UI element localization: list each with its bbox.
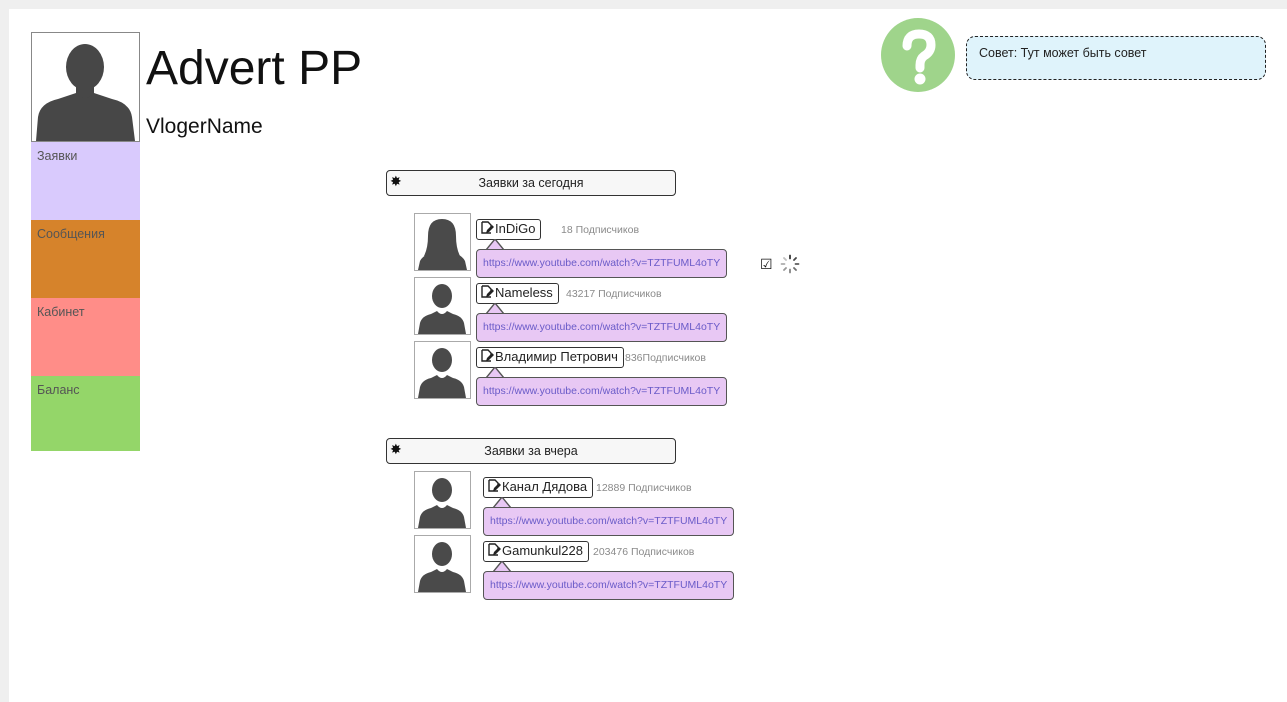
list-item: InDiGo 18 Подписчиков https://www.youtub… — [414, 213, 814, 278]
channel-name: InDiGo — [495, 221, 536, 236]
sidebar-item-messages[interactable]: Сообщения — [31, 220, 140, 298]
video-link[interactable]: https://www.youtube.com/watch?v=TZTFUML4… — [476, 249, 728, 278]
list-item: Канал Дядова 12889 Подписчиков https://w… — [414, 471, 814, 536]
channel-name: Gamunkul228 — [502, 543, 583, 558]
male-avatar-icon — [418, 478, 466, 528]
subscriber-count: 12889 Подписчиков — [596, 482, 692, 494]
subscriber-count: 18 Подписчиков — [561, 224, 640, 236]
avatar — [414, 471, 471, 529]
app-title: Advert PP — [146, 42, 363, 95]
subscriber-count: 203476 Подписчиков — [593, 546, 695, 558]
video-link[interactable]: https://www.youtube.com/watch?v=TZTFUML4… — [476, 377, 728, 406]
channel-name-tag[interactable]: InDiGo — [476, 219, 542, 240]
channel-name-tag[interactable]: Владимир Петрович — [476, 347, 624, 368]
profile-avatar[interactable] — [31, 32, 140, 142]
channel-name: Канал Дядова — [502, 479, 588, 494]
channel-name-tag[interactable]: Nameless — [476, 283, 559, 304]
male-avatar-icon — [418, 542, 466, 592]
spinner-icon — [780, 254, 800, 274]
edit-icon — [481, 285, 494, 298]
male-avatar-icon — [36, 44, 135, 141]
page: Advert PP VlogerName Заявки Сообщения Ка… — [9, 9, 1287, 702]
male-avatar-icon — [418, 348, 466, 398]
section-today-header[interactable]: ✸ Заявки за сегодня — [386, 170, 676, 196]
sidebar-item-requests[interactable]: Заявки — [31, 142, 140, 220]
edit-icon — [488, 479, 501, 492]
list-item: Nameless 43217 Подписчиков https://www.y… — [414, 277, 814, 342]
video-link[interactable]: https://www.youtube.com/watch?v=TZTFUML4… — [483, 571, 735, 600]
avatar — [414, 341, 471, 399]
tip-box: Совет: Тут может быть совет — [966, 36, 1266, 80]
question-mark-icon — [902, 29, 936, 85]
channel-name-tag[interactable]: Gamunkul228 — [483, 541, 589, 562]
channel-name: Nameless — [495, 285, 553, 300]
female-avatar-icon — [418, 219, 467, 270]
checkbox-checked-icon[interactable]: ☑ — [760, 257, 774, 271]
edit-icon — [481, 221, 494, 234]
male-avatar-icon — [418, 284, 466, 334]
section-title: Заявки за сегодня — [478, 176, 584, 190]
subscriber-count: 43217 Подписчиков — [566, 288, 662, 300]
section-title: Заявки за вчера — [484, 444, 578, 458]
avatar — [414, 277, 471, 335]
avatar — [414, 213, 471, 271]
video-link[interactable]: https://www.youtube.com/watch?v=TZTFUML4… — [476, 313, 728, 342]
sidebar-item-cabinet[interactable]: Кабинет — [31, 298, 140, 376]
channel-name: Владимир Петрович — [495, 349, 618, 364]
list-item: Gamunkul228 203476 Подписчиков https://w… — [414, 535, 814, 600]
subscriber-count: 836Подписчиков — [625, 352, 706, 364]
sidebar-item-balance[interactable]: Баланс — [31, 376, 140, 451]
help-button[interactable] — [881, 18, 955, 92]
edit-icon — [488, 543, 501, 556]
list-item: Владимир Петрович 836Подписчиков https:/… — [414, 341, 814, 406]
channel-name-tag[interactable]: Канал Дядова — [483, 477, 594, 498]
edit-icon — [481, 349, 494, 362]
section-yesterday-header[interactable]: ✸ Заявки за вчера — [386, 438, 676, 464]
avatar — [414, 535, 471, 593]
video-link[interactable]: https://www.youtube.com/watch?v=TZTFUML4… — [483, 507, 735, 536]
sidebar: Заявки Сообщения Кабинет Баланс — [31, 142, 140, 451]
vlogger-name: VlogerName — [146, 115, 263, 138]
